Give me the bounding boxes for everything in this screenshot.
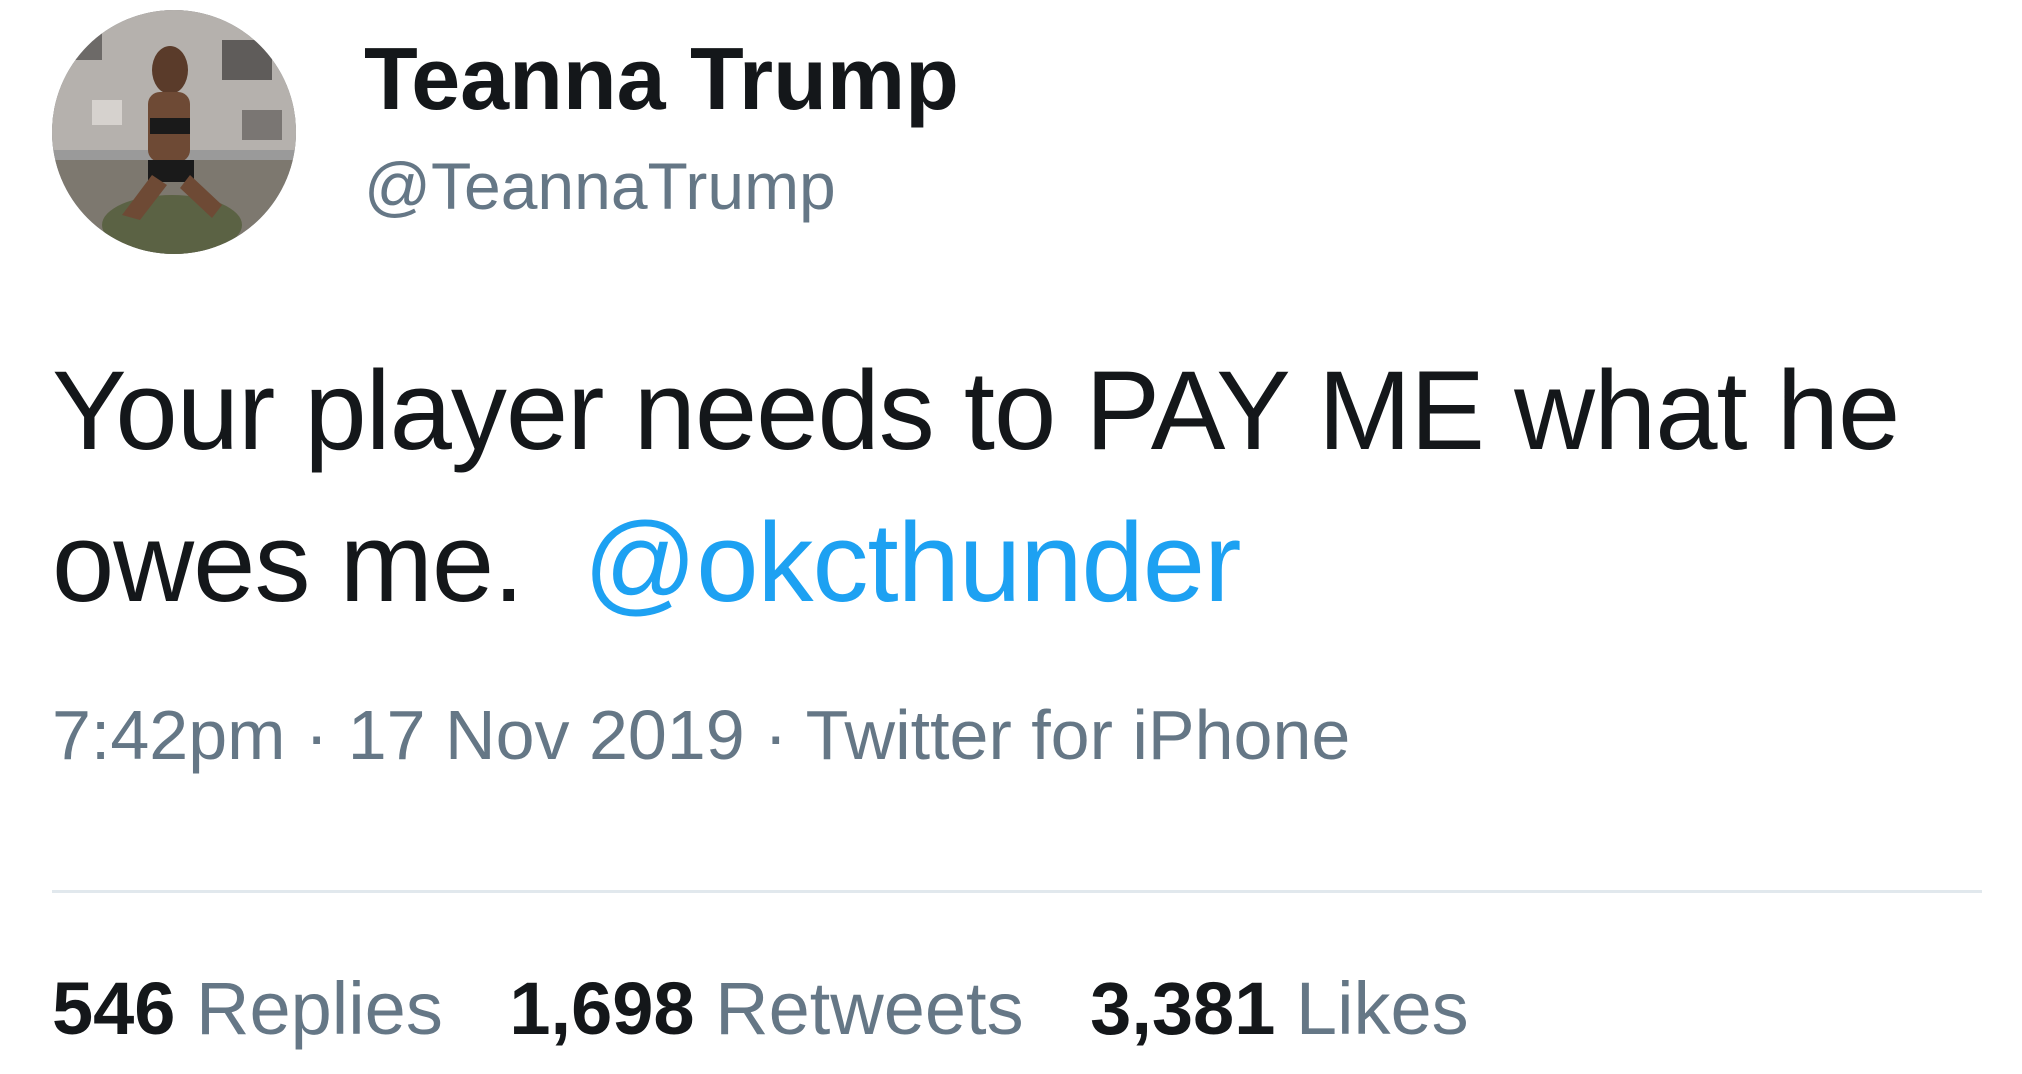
retweets-label[interactable]: Retweets: [715, 967, 1023, 1050]
retweets-count[interactable]: 1,698: [509, 967, 694, 1050]
tweet-card: Teanna Trump @TeannaTrump Your player ne…: [0, 0, 2022, 1074]
avatar[interactable]: [52, 10, 296, 254]
tweet-stats: 546 Replies 1,698 Retweets 3,381 Likes: [52, 966, 1469, 1051]
meta-separator: ·: [764, 696, 788, 774]
tweet-date[interactable]: 17 Nov 2019: [348, 696, 745, 774]
tweet-time[interactable]: 7:42pm: [52, 696, 285, 774]
user-handle[interactable]: @TeannaTrump: [364, 148, 836, 224]
tweet-text: Your player needs to PAY ME what he owes…: [52, 335, 2002, 639]
meta-separator: ·: [304, 696, 329, 774]
display-name[interactable]: Teanna Trump: [364, 28, 959, 130]
divider: [52, 890, 1982, 893]
mention-link[interactable]: @okcthunder: [584, 500, 1242, 625]
likes-label[interactable]: Likes: [1296, 967, 1469, 1050]
tweet-source[interactable]: Twitter for iPhone: [806, 696, 1351, 774]
replies-count[interactable]: 546: [52, 967, 175, 1050]
likes-count[interactable]: 3,381: [1090, 967, 1275, 1050]
avatar-image: [52, 10, 296, 254]
replies-label[interactable]: Replies: [196, 967, 443, 1050]
tweet-meta: 7:42pm · 17 Nov 2019 · Twitter for iPhon…: [52, 695, 1350, 775]
